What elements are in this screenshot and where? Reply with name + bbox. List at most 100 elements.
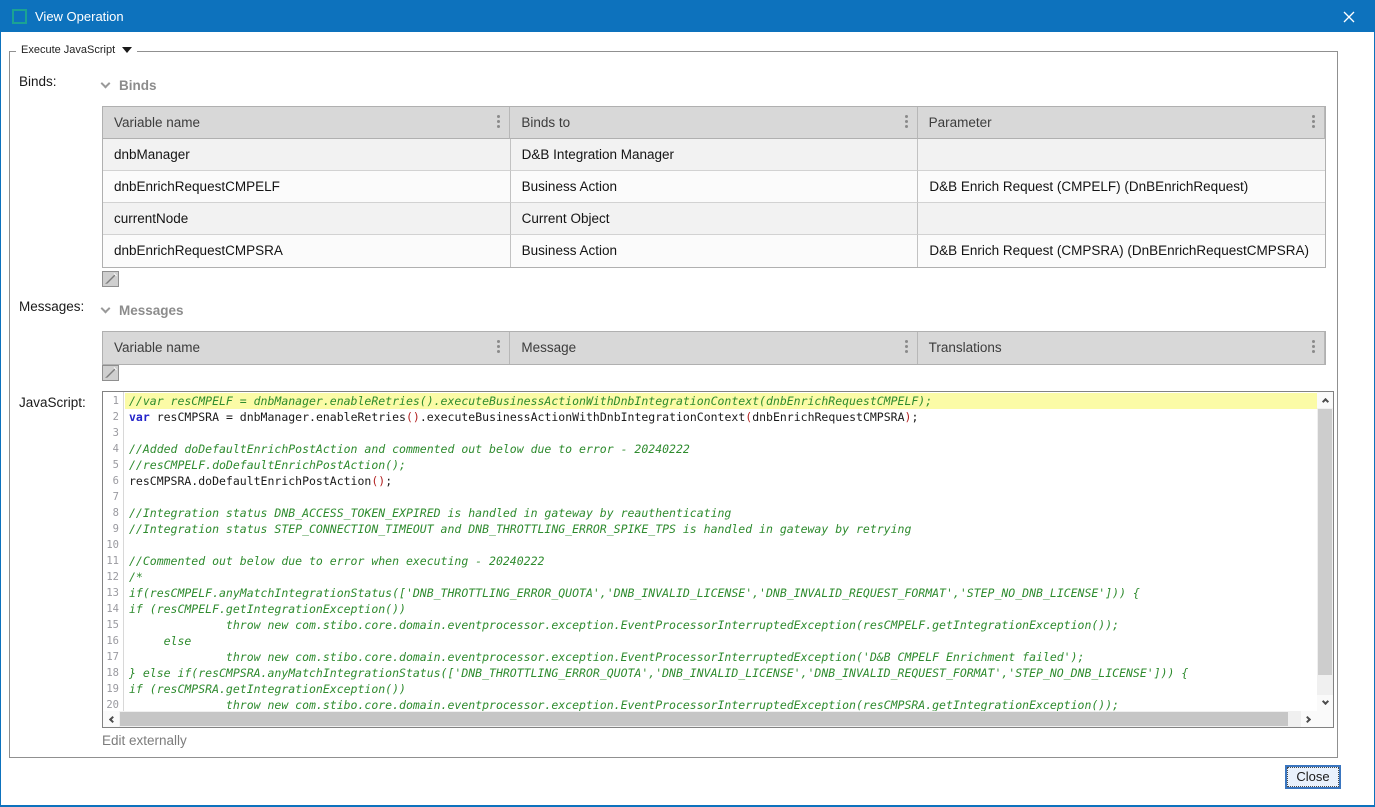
messages-section-title: Messages [119, 303, 184, 318]
table-row[interactable]: dnbEnrichRequestCMPSRABusiness ActionD&B… [103, 235, 1325, 267]
code-line[interactable]: else [125, 633, 1317, 649]
column-header-variable-name[interactable]: Variable name [103, 332, 510, 364]
operation-groupbox: Execute JavaScript Binds: Binds Variable… [9, 51, 1338, 758]
code-line[interactable]: var resCMPSRA = dnbManager.enableRetries… [125, 409, 1317, 425]
vertical-scrollbar[interactable] [1317, 392, 1333, 711]
code-line[interactable]: /* [125, 569, 1317, 585]
line-number: 3 [103, 425, 123, 441]
chevron-down-icon [101, 304, 111, 314]
view-operation-dialog: View Operation Execute JavaScript Binds:… [0, 0, 1375, 807]
binds-section-header[interactable]: Binds [102, 78, 157, 93]
table-cell: D&B Enrich Request (CMPELF) (DnBEnrichRe… [918, 171, 1325, 203]
column-header-binds-to[interactable]: Binds to [510, 107, 917, 139]
messages-section-header[interactable]: Messages [102, 303, 184, 318]
kebab-dots-icon[interactable] [497, 345, 500, 348]
kebab-dots-icon[interactable] [1312, 345, 1315, 348]
window-title: View Operation [35, 9, 124, 24]
kebab-dots-icon[interactable] [905, 345, 908, 348]
code-token: throw new com.stibo.core.domain.eventpro… [129, 698, 1119, 711]
line-number: 5 [103, 457, 123, 473]
chevron-down-icon [1321, 698, 1328, 705]
kebab-dots-icon[interactable] [1312, 120, 1315, 123]
messages-label: Messages: [19, 299, 84, 314]
line-number: 6 [103, 473, 123, 489]
code-token: //Added doDefaultEnrichPostAction and co… [129, 442, 690, 456]
code-token: //Integration status DNB_ACCESS_TOKEN_EX… [129, 506, 731, 520]
code-line[interactable]: //Integration status DNB_ACCESS_TOKEN_EX… [125, 505, 1317, 521]
table-row[interactable]: dnbEnrichRequestCMPELFBusiness ActionD&B… [103, 171, 1325, 203]
scroll-right-button[interactable] [1301, 711, 1317, 727]
chevron-up-icon [1321, 398, 1328, 405]
dialog-body: Execute JavaScript Binds: Binds Variable… [1, 32, 1374, 805]
line-number: 15 [103, 617, 123, 633]
vertical-scroll-thumb[interactable] [1318, 409, 1332, 675]
code-line[interactable] [125, 489, 1317, 505]
line-number: 7 [103, 489, 123, 505]
line-number: 12 [103, 569, 123, 585]
line-number: 13 [103, 585, 123, 601]
column-header-translations[interactable]: Translations [918, 332, 1325, 364]
code-line[interactable]: //Integration status STEP_CONNECTION_TIM… [125, 521, 1317, 537]
code-token: dnbEnrichRequestCMPSRA [752, 410, 904, 424]
diagonal-edit-icon[interactable] [102, 365, 119, 381]
operation-type-label: Execute JavaScript [21, 44, 115, 56]
table-row[interactable]: dnbManagerD&B Integration Manager [103, 139, 1325, 171]
diagonal-edit-icon[interactable] [102, 271, 119, 287]
editor-gutter: 1234567891011121314151617181920 [103, 392, 124, 711]
code-token: //Integration status STEP_CONNECTION_TIM… [129, 522, 911, 536]
close-button-label: Close [1287, 767, 1339, 787]
code-line[interactable] [125, 425, 1317, 441]
code-token: throw new com.stibo.core.domain.eventpro… [129, 650, 1084, 664]
code-line[interactable]: //var resCMPELF = dnbManager.enableRetri… [125, 393, 1317, 409]
code-line[interactable]: //Commented out below due to error when … [125, 553, 1317, 569]
code-line[interactable]: //Added doDefaultEnrichPostAction and co… [125, 441, 1317, 457]
code-line[interactable]: throw new com.stibo.core.domain.eventpro… [125, 697, 1317, 711]
code-line[interactable]: throw new com.stibo.core.domain.eventpro… [125, 617, 1317, 633]
code-line[interactable] [125, 537, 1317, 553]
code-token: if (resCMPSRA.getIntegrationException()) [129, 682, 406, 696]
column-header-label: Binds to [521, 115, 570, 130]
code-line[interactable]: if(resCMPELF.anyMatchIntegrationStatus([… [125, 585, 1317, 601]
window-close-button[interactable] [1332, 1, 1366, 32]
scroll-down-button[interactable] [1317, 695, 1333, 711]
code-token: if (resCMPELF.getIntegrationException()) [129, 602, 406, 616]
code-line[interactable]: //resCMPELF.doDefaultEnrichPostAction(); [125, 457, 1317, 473]
code-token: } else if(resCMPSRA.anyMatchIntegrationS… [129, 666, 1188, 680]
edit-externally-link[interactable]: Edit externally [102, 733, 187, 748]
code-token: //Commented out below due to error when … [129, 554, 544, 568]
code-token: () [371, 474, 385, 488]
chevron-down-triangle-icon[interactable] [122, 47, 132, 53]
line-number: 16 [103, 633, 123, 649]
code-line[interactable]: } else if(resCMPSRA.anyMatchIntegrationS… [125, 665, 1317, 681]
code-line[interactable]: if (resCMPELF.getIntegrationException()) [125, 601, 1317, 617]
scroll-up-button[interactable] [1317, 392, 1333, 408]
column-header-label: Variable name [114, 340, 200, 355]
kebab-dots-icon[interactable] [497, 120, 500, 123]
code-line[interactable]: throw new com.stibo.core.domain.eventpro… [125, 649, 1317, 665]
column-header-parameter[interactable]: Parameter [918, 107, 1325, 139]
javascript-editor[interactable]: 1234567891011121314151617181920 //var re… [102, 391, 1334, 728]
operation-type-selector[interactable]: Execute JavaScript [16, 44, 137, 56]
line-number: 8 [103, 505, 123, 521]
code-token: .executeBusinessActionWithDnbIntegration… [420, 410, 745, 424]
titlebar[interactable]: View Operation [1, 1, 1374, 32]
code-line[interactable]: resCMPSRA.doDefaultEnrichPostAction(); [125, 473, 1317, 489]
column-header-variable-name[interactable]: Variable name [103, 107, 510, 139]
column-header-message[interactable]: Message [510, 332, 917, 364]
scrollbar-corner [1317, 711, 1333, 727]
table-cell: dnbManager [103, 139, 511, 171]
line-number: 18 [103, 665, 123, 681]
horizontal-scrollbar[interactable] [103, 711, 1317, 727]
code-line[interactable]: if (resCMPSRA.getIntegrationException()) [125, 681, 1317, 697]
table-row[interactable]: currentNodeCurrent Object [103, 203, 1325, 235]
horizontal-scroll-thumb[interactable] [120, 712, 1288, 726]
close-button[interactable]: Close [1285, 765, 1341, 789]
scroll-left-button[interactable] [103, 711, 119, 727]
code-token: var [129, 410, 150, 424]
binds-table: Variable nameBinds toParameterdnbManager… [102, 106, 1326, 268]
code-token: () [406, 410, 420, 424]
line-number: 19 [103, 681, 123, 697]
kebab-dots-icon[interactable] [905, 120, 908, 123]
chevron-right-icon [1304, 715, 1311, 722]
editor-code[interactable]: //var resCMPELF = dnbManager.enableRetri… [125, 392, 1317, 711]
